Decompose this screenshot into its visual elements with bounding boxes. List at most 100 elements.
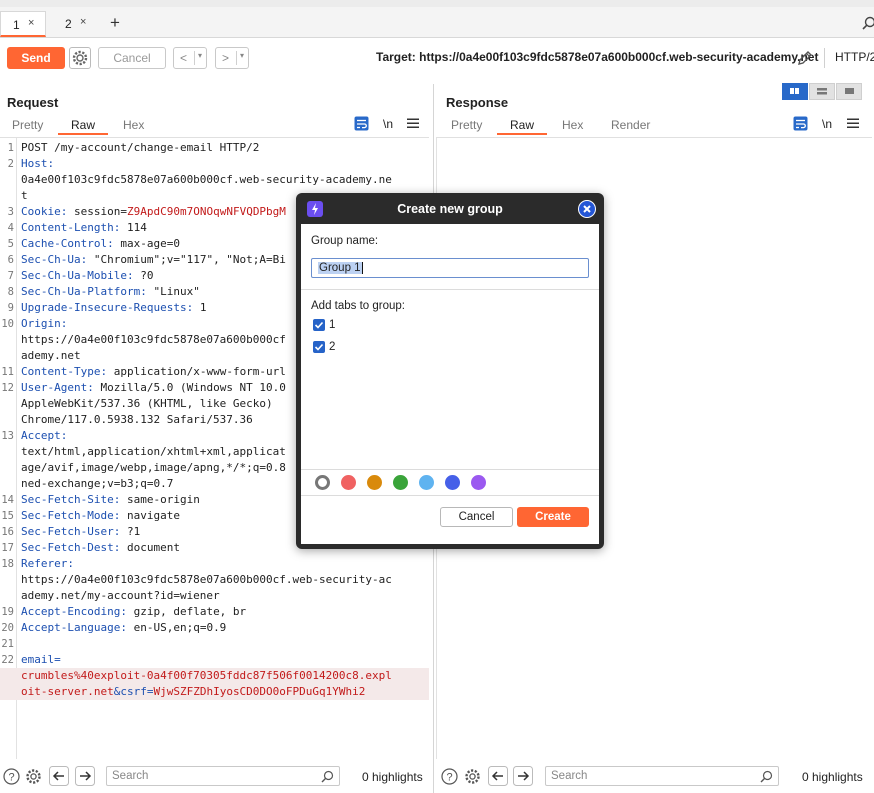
chevron-down-icon[interactable]: ▾ <box>198 51 202 60</box>
search-input[interactable]: Search <box>545 766 779 786</box>
send-button[interactable]: Send <box>7 47 65 69</box>
group-name-input[interactable]: Group 1 <box>311 258 589 278</box>
line-number: 3 <box>7 206 14 218</box>
header-name: Cookie <box>21 205 61 218</box>
editor-line: 22 email= <box>0 652 429 668</box>
editor-line: 18 Referer: <box>0 556 429 572</box>
pencil-icon[interactable] <box>796 49 814 67</box>
editor-line: oit-server.net&csrf=WjwSZFZDhIyosCD0DO0o… <box>0 684 429 700</box>
layout-tabs-button[interactable] <box>836 83 862 100</box>
header-name: Sec-Ch-Ua-Platform <box>21 285 141 298</box>
new-tab-icon[interactable]: + <box>110 13 120 33</box>
line-text: Cookie: session=Z9ApdC90m7ONOqwNFVQDPbgM <box>21 205 286 218</box>
body-param-value: oit-server.net <box>21 685 114 698</box>
help-icon[interactable]: ? <box>3 768 20 785</box>
tab-1-checkbox[interactable] <box>313 319 325 331</box>
header-value: en-US,en;q=0.9 <box>133 621 227 634</box>
checkmark-icon <box>314 321 324 329</box>
color-swatch[interactable] <box>471 475 486 490</box>
tab-hex[interactable]: Hex <box>562 118 583 132</box>
gear-icon[interactable] <box>25 768 42 785</box>
chevron-down-icon[interactable]: ▾ <box>240 51 244 60</box>
wrap-text-icon[interactable] <box>793 116 808 131</box>
protocol-label[interactable]: HTTP/2 <box>835 50 874 64</box>
settings-button[interactable] <box>69 47 91 69</box>
line-number: 9 <box>7 302 14 314</box>
color-swatch[interactable] <box>315 475 330 490</box>
tab-raw[interactable]: Raw <box>510 118 534 132</box>
active-tab-indicator <box>497 133 547 135</box>
search-icon[interactable] <box>862 16 874 30</box>
highlights-count: 0 highlights <box>362 770 423 784</box>
layout-stacked-button[interactable] <box>809 83 835 100</box>
help-icon[interactable]: ? <box>441 768 458 785</box>
color-swatch[interactable] <box>445 475 460 490</box>
tab-hex[interactable]: Hex <box>123 118 144 132</box>
tab-pretty[interactable]: Pretty <box>12 118 43 132</box>
line-text: User-Agent: Mozilla/5.0 (Windows NT 10.0 <box>21 381 286 394</box>
plain-text: https://0a4e00f103c9fdc5878e07a600b000cf… <box>21 573 392 586</box>
line-number: 13 <box>1 430 14 442</box>
tab-pretty[interactable]: Pretty <box>451 118 482 132</box>
header-value: 114 <box>126 221 147 234</box>
line-text: ned-exchange;v=b3;q=0.7 <box>21 476 173 492</box>
top-menu-strip <box>0 0 874 7</box>
close-dialog-button[interactable] <box>578 200 596 218</box>
close-icon[interactable]: × <box>80 16 86 28</box>
search-input[interactable]: Search <box>106 766 340 786</box>
repeater-tab-1[interactable]: 1 × <box>0 11 46 37</box>
line-number: 17 <box>1 542 14 554</box>
line-text: text/html,application/xhtml+xml,applicat <box>21 444 286 460</box>
layout-side-by-side-button[interactable] <box>782 83 808 100</box>
line-number: 8 <box>7 286 14 298</box>
line-text: Sec-Fetch-Site: same-origin <box>21 493 200 506</box>
header-value: max-age=0 <box>120 237 180 250</box>
line-text: Upgrade-Insecure-Requests: 1 <box>21 301 207 314</box>
color-swatch[interactable] <box>341 475 356 490</box>
previous-match-icon[interactable] <box>49 766 69 786</box>
rows-icon <box>817 88 827 95</box>
gear-icon[interactable] <box>464 768 481 785</box>
wrap-text-icon[interactable] <box>354 116 369 131</box>
header-value: ?0 <box>140 269 154 282</box>
menu-icon[interactable] <box>407 118 419 129</box>
header-value: navigate <box>126 509 180 522</box>
dialog-title: Create new group <box>397 202 503 216</box>
line-number: 18 <box>1 558 14 570</box>
editor-line: 21 <box>0 636 429 652</box>
line-text: Sec-Fetch-Mode: navigate <box>21 509 180 522</box>
dialog-create-button[interactable]: Create <box>517 507 589 527</box>
tab-render[interactable]: Render <box>611 118 650 132</box>
line-text: Content-Length: 114 <box>21 221 147 234</box>
repeater-tab-2[interactable]: 2 × <box>53 11 99 37</box>
menu-icon[interactable] <box>847 118 859 129</box>
color-swatch[interactable] <box>419 475 434 490</box>
header-value: "Linux" <box>153 285 200 298</box>
next-match-icon[interactable] <box>513 766 533 786</box>
next-match-icon[interactable] <box>75 766 95 786</box>
newline-toggle[interactable]: \n <box>383 117 393 131</box>
header-value: ?1 <box>126 525 141 538</box>
request-panel-title: Request <box>7 95 59 110</box>
divider <box>301 289 599 290</box>
dialog-cancel-button[interactable]: Cancel <box>440 507 513 527</box>
header-name: Accept <box>21 429 61 442</box>
plain-text: ned-exchange;v=b3;q=0.7 <box>21 477 174 490</box>
tab-2-checkbox[interactable] <box>313 341 325 353</box>
color-swatch[interactable] <box>367 475 382 490</box>
close-icon[interactable]: × <box>28 17 34 29</box>
target-url: Target: https://0a4e00f103c9fdc5878e07a6… <box>376 50 819 64</box>
columns-icon <box>790 88 799 94</box>
cancel-button[interactable]: Cancel <box>98 47 166 69</box>
color-swatch[interactable] <box>393 475 408 490</box>
line-text: Accept: <box>21 429 74 442</box>
tab-raw[interactable]: Raw <box>71 118 95 132</box>
forward-button[interactable]: > ▾ <box>215 47 249 69</box>
gear-icon <box>72 50 88 66</box>
header-value: "Chromium";v="117", "Not;A=Bi <box>93 253 286 266</box>
back-button[interactable]: < ▾ <box>173 47 207 69</box>
header-name: Accept-Encoding <box>21 605 121 618</box>
previous-match-icon[interactable] <box>488 766 508 786</box>
editor-line: 19 Accept-Encoding: gzip, deflate, br <box>0 604 429 620</box>
newline-toggle[interactable]: \n <box>822 117 832 131</box>
